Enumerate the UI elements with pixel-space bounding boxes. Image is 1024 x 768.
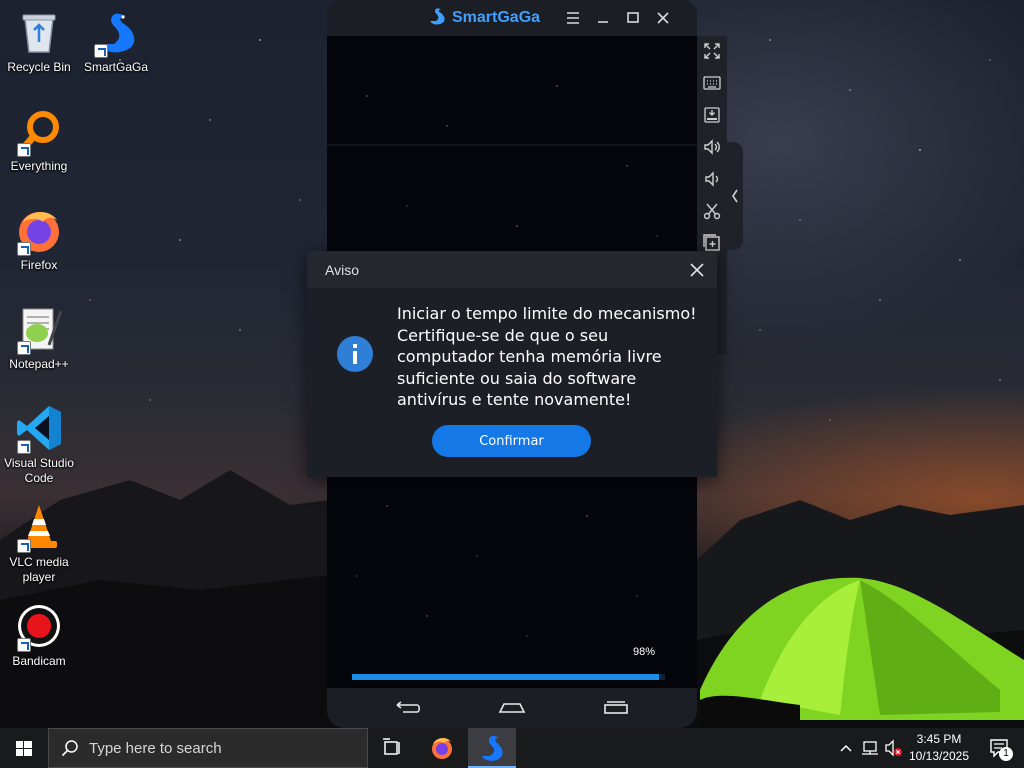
dialog-title: Aviso [325,262,359,278]
desktop-icon-vscode[interactable]: Visual Studio Code [1,404,77,486]
smartgaga-swan-icon [427,6,447,31]
clock-date: 10/13/2025 [908,749,970,763]
multi-instance-icon[interactable] [702,233,722,253]
shortcut-arrow-icon [17,242,31,256]
vscode-icon [15,404,63,454]
desktop-icon-label: VLC media player [9,555,69,584]
fullscreen-icon[interactable] [702,41,722,61]
loading-progress-fill [352,674,659,680]
desktop-icon-label: Bandicam [12,654,66,668]
close-icon[interactable] [653,8,673,28]
minimize-icon[interactable] [593,8,613,28]
desktop-icon-label: Notepad++ [9,357,69,371]
aviso-dialog: Aviso Iniciar o tempo limite do mecanism… [307,251,717,477]
shortcut-arrow-icon [17,539,31,553]
emulator-brand-name: SmartGaGa [452,9,541,26]
desktop-icon-firefox[interactable]: Firefox [1,206,77,273]
taskbar: Type here to search 3:45 PM 10/13/2025 1 [0,728,1024,768]
menu-icon[interactable] [563,8,583,28]
dialog-header[interactable]: Aviso [307,251,717,288]
windows-logo-icon [16,741,32,756]
clock-time: 3:45 PM [916,732,962,746]
task-view-button[interactable] [368,728,416,768]
network-icon [862,741,878,755]
desktop-icon-everything[interactable]: Everything [1,107,77,174]
maximize-icon[interactable] [623,8,643,28]
volume-muted-icon [885,739,902,757]
toolbar-collapse-tab[interactable] [727,142,743,250]
bandicam-record-icon [15,602,63,652]
screenshot-cut-icon[interactable] [702,201,722,221]
desktop-icon-label: Everything [10,159,68,173]
desktop-icon-smartgaga[interactable]: SmartGaGa [78,8,154,75]
search-placeholder: Type here to search [89,739,222,757]
notepadpp-icon [15,305,63,355]
taskbar-search-box[interactable]: Type here to search [48,728,368,768]
network-tray-button[interactable] [859,728,883,768]
android-nav-bar [327,688,697,728]
loading-progress-text: 98% [632,646,655,658]
emulator-title-bar[interactable]: SmartGaGa [327,0,697,36]
dialog-message: Iniciar o tempo limite do mecanismo! Cer… [397,304,697,409]
volume-tray-button[interactable] [883,728,905,768]
action-center-button[interactable]: 1 [980,728,1020,768]
taskbar-clock[interactable]: 3:45 PM 10/13/2025 [903,731,975,765]
recycle-bin-icon [15,8,63,56]
desktop-icon-label: Recycle Bin [7,60,71,74]
loading-progress-bar [352,674,665,680]
desktop-icon-label: Visual Studio Code [4,456,74,485]
desktop-icon-label: Firefox [20,258,58,272]
chevron-up-icon [840,744,852,752]
start-button[interactable] [0,728,48,768]
emulator-brand: SmartGaGa [427,6,541,31]
confirm-button[interactable]: Confirmar [432,425,591,457]
show-hidden-icons-button[interactable] [835,728,857,768]
everything-magnifier-icon [15,107,63,157]
desktop-icon-bandicam[interactable]: Bandicam [1,602,77,669]
task-view-icon [383,738,400,755]
search-icon [61,739,79,757]
smartgaga-swan-icon [92,8,140,58]
notification-count-badge: 1 [999,747,1013,761]
info-icon [337,336,373,372]
taskbar-firefox[interactable] [418,728,466,768]
desktop-icon-recycle-bin[interactable]: Recycle Bin [1,8,77,75]
shortcut-arrow-icon [17,143,31,157]
firefox-icon [15,206,63,256]
home-icon[interactable] [497,699,527,717]
shortcut-arrow-icon [17,341,31,355]
shortcut-arrow-icon [17,440,31,454]
shortcut-arrow-icon [17,638,31,652]
volume-up-icon[interactable] [702,137,722,157]
desktop-icon-label: SmartGaGa [83,60,149,74]
keyboard-icon[interactable] [702,73,722,93]
taskbar-smartgaga[interactable] [468,728,516,768]
back-icon[interactable] [393,699,423,717]
smartgaga-swan-icon [482,735,503,761]
shortcut-arrow-icon [94,44,108,58]
apk-install-icon[interactable] [702,105,722,125]
vlc-cone-icon [15,503,63,553]
volume-down-icon[interactable] [702,169,722,189]
dialog-close-icon[interactable] [689,262,705,278]
desktop-icon-notepadpp[interactable]: Notepad++ [1,305,77,372]
firefox-icon [432,738,452,759]
recent-apps-icon[interactable] [601,699,631,717]
notification-icon [990,739,1008,758]
desktop-icon-vlc[interactable]: VLC media player [1,503,77,585]
